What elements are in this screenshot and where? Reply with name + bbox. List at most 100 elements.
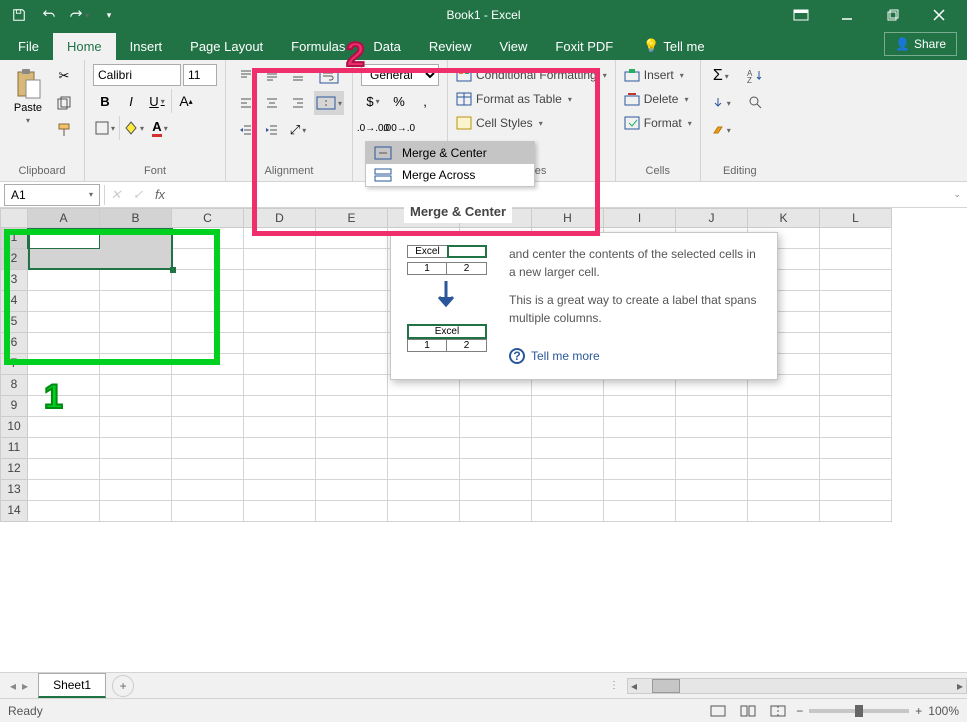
zoom-slider[interactable] bbox=[809, 709, 909, 713]
cell-styles-button[interactable]: Cell Styles bbox=[456, 114, 607, 132]
cell-C12[interactable] bbox=[172, 459, 244, 480]
ribbon-options-icon[interactable] bbox=[787, 1, 815, 29]
cell-E6[interactable] bbox=[316, 333, 388, 354]
fill-color-icon[interactable] bbox=[122, 116, 146, 140]
tab-file[interactable]: File bbox=[4, 33, 53, 60]
cell-D10[interactable] bbox=[244, 417, 316, 438]
cell-L11[interactable] bbox=[820, 438, 892, 459]
row-header-8[interactable]: 8 bbox=[0, 375, 28, 396]
row-header-11[interactable]: 11 bbox=[0, 438, 28, 459]
cell-L12[interactable] bbox=[820, 459, 892, 480]
cell-F13[interactable] bbox=[388, 480, 460, 501]
cell-H11[interactable] bbox=[532, 438, 604, 459]
copy-icon[interactable] bbox=[52, 91, 76, 115]
col-header-D[interactable]: D bbox=[244, 208, 316, 228]
tell-me-more-link[interactable]: ? Tell me more bbox=[509, 347, 763, 365]
merge-center-button[interactable] bbox=[314, 91, 344, 115]
cell-E4[interactable] bbox=[316, 291, 388, 312]
cell-L14[interactable] bbox=[820, 501, 892, 522]
tab-home[interactable]: Home bbox=[53, 33, 116, 60]
format-as-table-button[interactable]: Format as Table bbox=[456, 90, 607, 108]
enter-formula-icon[interactable]: ✓ bbox=[127, 184, 149, 206]
qat-customize-icon[interactable]: ▾ bbox=[96, 2, 122, 28]
cell-K9[interactable] bbox=[748, 396, 820, 417]
cell-J13[interactable] bbox=[676, 480, 748, 501]
cell-D13[interactable] bbox=[244, 480, 316, 501]
cell-G12[interactable] bbox=[460, 459, 532, 480]
cell-B1[interactable] bbox=[100, 228, 172, 249]
cell-L5[interactable] bbox=[820, 312, 892, 333]
cell-A10[interactable] bbox=[28, 417, 100, 438]
font-color-icon[interactable]: A bbox=[148, 116, 172, 140]
page-layout-view-icon[interactable] bbox=[736, 699, 760, 723]
cell-L1[interactable] bbox=[820, 228, 892, 249]
wrap-text-icon[interactable] bbox=[314, 64, 344, 88]
cell-C10[interactable] bbox=[172, 417, 244, 438]
minimize-icon[interactable] bbox=[833, 1, 861, 29]
row-header-7[interactable]: 7 bbox=[0, 354, 28, 375]
tab-review[interactable]: Review bbox=[415, 33, 486, 60]
sheet-tab-active[interactable]: Sheet1 bbox=[38, 673, 106, 698]
normal-view-icon[interactable] bbox=[706, 699, 730, 723]
cell-I9[interactable] bbox=[604, 396, 676, 417]
cell-G14[interactable] bbox=[460, 501, 532, 522]
col-header-E[interactable]: E bbox=[316, 208, 388, 228]
align-middle-icon[interactable] bbox=[260, 64, 284, 88]
cell-E1[interactable] bbox=[316, 228, 388, 249]
cell-J11[interactable] bbox=[676, 438, 748, 459]
cell-L10[interactable] bbox=[820, 417, 892, 438]
cell-D7[interactable] bbox=[244, 354, 316, 375]
fill-handle[interactable] bbox=[170, 267, 176, 273]
zoom-control[interactable]: − + 100% bbox=[796, 704, 959, 718]
tab-view[interactable]: View bbox=[485, 33, 541, 60]
cell-C9[interactable] bbox=[172, 396, 244, 417]
formula-input[interactable] bbox=[171, 184, 947, 206]
select-all-corner[interactable] bbox=[0, 208, 28, 228]
row-header-1[interactable]: 1 bbox=[0, 228, 28, 249]
sort-filter-icon[interactable]: AZ bbox=[741, 64, 771, 88]
cell-A2[interactable] bbox=[28, 249, 100, 270]
cell-E2[interactable] bbox=[316, 249, 388, 270]
zoom-out-icon[interactable]: − bbox=[796, 704, 803, 718]
merge-center-item[interactable]: Merge & Center bbox=[366, 142, 534, 164]
align-center-icon[interactable] bbox=[260, 91, 284, 115]
cell-G11[interactable] bbox=[460, 438, 532, 459]
cell-B14[interactable] bbox=[100, 501, 172, 522]
cell-C3[interactable] bbox=[172, 270, 244, 291]
cell-D3[interactable] bbox=[244, 270, 316, 291]
cell-C13[interactable] bbox=[172, 480, 244, 501]
cell-A4[interactable] bbox=[28, 291, 100, 312]
cell-D11[interactable] bbox=[244, 438, 316, 459]
cell-B11[interactable] bbox=[100, 438, 172, 459]
cell-J12[interactable] bbox=[676, 459, 748, 480]
cell-A5[interactable] bbox=[28, 312, 100, 333]
maximize-icon[interactable] bbox=[879, 1, 907, 29]
cell-B13[interactable] bbox=[100, 480, 172, 501]
cell-D5[interactable] bbox=[244, 312, 316, 333]
cell-I11[interactable] bbox=[604, 438, 676, 459]
cell-L6[interactable] bbox=[820, 333, 892, 354]
cell-B3[interactable] bbox=[100, 270, 172, 291]
cancel-formula-icon[interactable]: ✕ bbox=[105, 184, 127, 206]
cell-K10[interactable] bbox=[748, 417, 820, 438]
col-header-H[interactable]: H bbox=[532, 208, 604, 228]
format-cells-button[interactable]: Format bbox=[624, 114, 692, 132]
save-icon[interactable] bbox=[6, 2, 32, 28]
border-icon[interactable] bbox=[93, 116, 117, 140]
cell-B9[interactable] bbox=[100, 396, 172, 417]
cell-C5[interactable] bbox=[172, 312, 244, 333]
insert-cells-button[interactable]: Insert bbox=[624, 66, 692, 84]
cell-G10[interactable] bbox=[460, 417, 532, 438]
name-box[interactable]: A1▾ bbox=[4, 184, 100, 206]
row-header-12[interactable]: 12 bbox=[0, 459, 28, 480]
paste-button[interactable]: Paste ▾ bbox=[8, 64, 48, 163]
cell-B6[interactable] bbox=[100, 333, 172, 354]
horizontal-scrollbar[interactable]: ◂▸ bbox=[627, 678, 967, 694]
cell-C4[interactable] bbox=[172, 291, 244, 312]
cell-E12[interactable] bbox=[316, 459, 388, 480]
cell-A14[interactable] bbox=[28, 501, 100, 522]
sheet-nav[interactable]: ◂▸ bbox=[0, 679, 38, 693]
cell-A11[interactable] bbox=[28, 438, 100, 459]
cell-K11[interactable] bbox=[748, 438, 820, 459]
cell-F14[interactable] bbox=[388, 501, 460, 522]
